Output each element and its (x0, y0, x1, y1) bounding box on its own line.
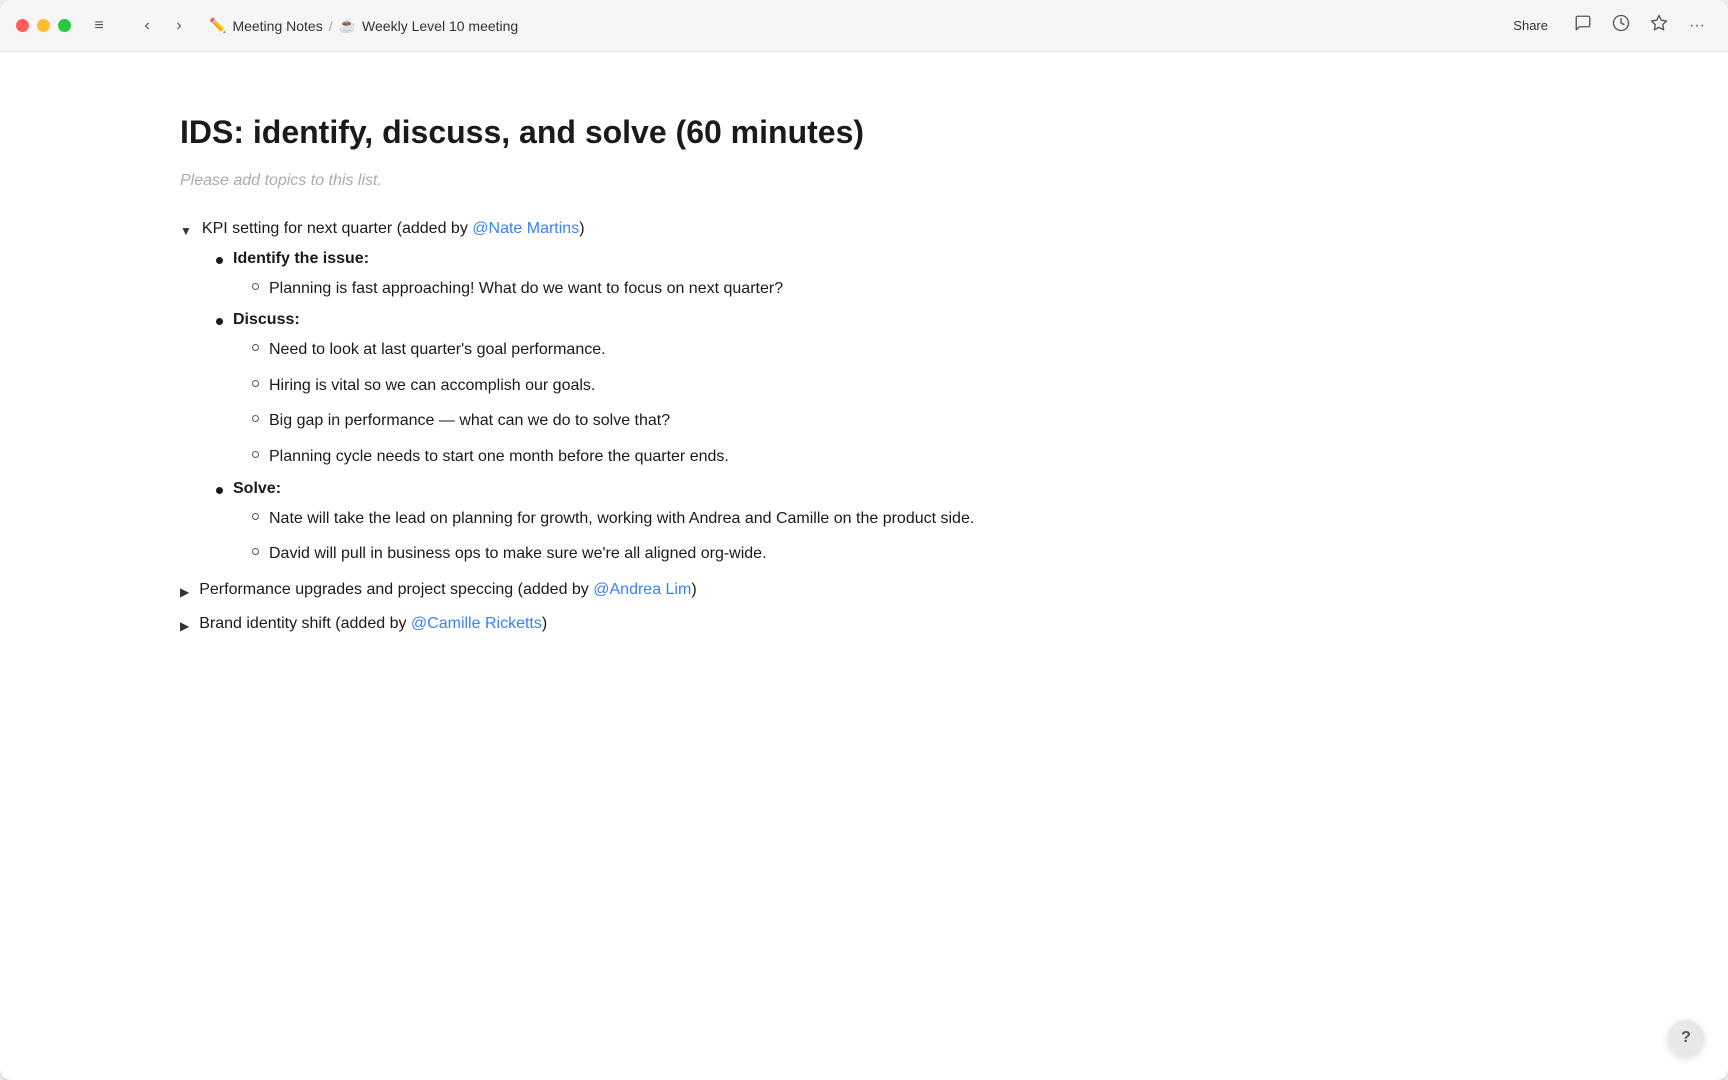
pencil-icon: ✏️ (209, 17, 226, 34)
comment-icon (1574, 14, 1592, 37)
circle-bullet-icon (252, 283, 259, 290)
breadcrumb: ✏️ Meeting Notes / ☕ Weekly Level 10 mee… (209, 17, 518, 34)
discuss-item-1: Need to look at last quarter's goal perf… (269, 337, 606, 363)
star-button[interactable] (1644, 11, 1674, 41)
discuss-item-2: Hiring is vital so we can accomplish our… (269, 373, 595, 399)
back-icon: ‹ (144, 17, 149, 35)
list-item: Big gap in performance — what can we do … (252, 408, 1608, 434)
list-item: ▶ Brand identity shift (added by @Camill… (180, 613, 1608, 635)
breadcrumb-parent-label: Meeting Notes (232, 18, 322, 34)
section-identify-label: Identify the issue: (233, 250, 369, 268)
traffic-lights (16, 19, 71, 32)
list-item: Planning cycle needs to start one month … (252, 444, 1608, 470)
list-item: ▶ Performance upgrades and project specc… (180, 579, 1608, 601)
sidebar-icon: ≡ (94, 17, 103, 35)
solve-item-1: Nate will take the lead on planning for … (269, 506, 974, 532)
section-solve-header: Solve: (216, 480, 1608, 498)
circle-bullet-icon (252, 380, 259, 387)
solve-item-2: David will pull in business ops to make … (269, 541, 767, 567)
minimize-button[interactable] (37, 19, 50, 32)
discuss-item-3: Big gap in performance — what can we do … (269, 408, 670, 434)
circle-bullet-icon (252, 513, 259, 520)
topic-3-header[interactable]: ▶ Brand identity shift (added by @Camill… (180, 613, 1608, 635)
comment-button[interactable] (1568, 11, 1598, 41)
chevron-down-icon: ▼ (180, 224, 192, 238)
bullet-icon (216, 257, 223, 264)
bullet-icon (216, 318, 223, 325)
back-button[interactable]: ‹ (133, 12, 161, 40)
identify-items: Planning is fast approaching! What do we… (252, 276, 1608, 302)
more-button[interactable]: ··· (1682, 11, 1712, 41)
titlebar-actions: Share (1501, 11, 1712, 41)
page-subtitle: Please add topics to this list. (180, 172, 1608, 190)
circle-bullet-icon (252, 344, 259, 351)
history-icon (1612, 14, 1630, 37)
breadcrumb-separator: / (329, 18, 333, 34)
more-icon: ··· (1689, 17, 1705, 35)
topic-3-mention: @Camille Ricketts (411, 615, 542, 632)
help-label: ? (1681, 1029, 1691, 1047)
forward-button[interactable]: › (165, 12, 193, 40)
topic-1-mention: @Nate Martins (472, 220, 579, 237)
history-button[interactable] (1606, 11, 1636, 41)
list-item: Need to look at last quarter's goal perf… (252, 337, 1608, 363)
discuss-items: Need to look at last quarter's goal perf… (252, 337, 1608, 469)
circle-bullet-icon (252, 548, 259, 555)
discuss-item-4: Planning cycle needs to start one month … (269, 444, 729, 470)
list-item: Hiring is vital so we can accomplish our… (252, 373, 1608, 399)
topic-list: ▼ KPI setting for next quarter (added by… (180, 218, 1608, 635)
app-window: ≡ ‹ › ✏️ Meeting Notes / ☕ Weekly Level … (0, 0, 1728, 1080)
section-identify: Identify the issue: Planning is fast app… (216, 250, 1608, 302)
identify-item-1: Planning is fast approaching! What do we… (269, 276, 783, 302)
circle-bullet-icon (252, 451, 259, 458)
star-icon (1650, 14, 1668, 37)
content-area: IDS: identify, discuss, and solve (60 mi… (0, 52, 1728, 1080)
breadcrumb-parent[interactable]: ✏️ Meeting Notes (209, 17, 323, 34)
solve-items: Nate will take the lead on planning for … (252, 506, 1608, 567)
topic-2-label: Performance upgrades and project speccin… (199, 581, 696, 599)
section-discuss-label: Discuss: (233, 311, 300, 329)
list-item: Nate will take the lead on planning for … (252, 506, 1608, 532)
topic-3-label: Brand identity shift (added by @Camille … (199, 615, 547, 633)
page-title: IDS: identify, discuss, and solve (60 mi… (180, 112, 1608, 154)
section-discuss-header: Discuss: (216, 311, 1608, 329)
topic-1-sections: Identify the issue: Planning is fast app… (216, 250, 1608, 567)
topic-1-label: KPI setting for next quarter (added by @… (202, 220, 585, 238)
circle-bullet-icon (252, 415, 259, 422)
help-button[interactable]: ? (1668, 1020, 1704, 1056)
section-identify-header: Identify the issue: (216, 250, 1608, 268)
section-discuss: Discuss: Need to look at last quarter's … (216, 311, 1608, 469)
topic-1-header[interactable]: ▼ KPI setting for next quarter (added by… (180, 218, 1608, 240)
chevron-right-icon: ▶ (180, 619, 189, 633)
section-solve-label: Solve: (233, 480, 281, 498)
topic-2-mention: @Andrea Lim (593, 581, 691, 598)
bullet-icon (216, 487, 223, 494)
list-item: Planning is fast approaching! What do we… (252, 276, 1608, 302)
nav-buttons: ‹ › (133, 12, 193, 40)
titlebar: ≡ ‹ › ✏️ Meeting Notes / ☕ Weekly Level … (0, 0, 1728, 52)
topic-2-header[interactable]: ▶ Performance upgrades and project specc… (180, 579, 1608, 601)
sidebar-toggle[interactable]: ≡ (85, 12, 113, 40)
share-button[interactable]: Share (1501, 13, 1560, 38)
section-solve: Solve: Nate will take the lead on planni… (216, 480, 1608, 567)
maximize-button[interactable] (58, 19, 71, 32)
breadcrumb-child-label: Weekly Level 10 meeting (362, 18, 518, 34)
list-item: ▼ KPI setting for next quarter (added by… (180, 218, 1608, 567)
coffee-icon: ☕ (339, 17, 356, 34)
forward-icon: › (176, 17, 181, 35)
close-button[interactable] (16, 19, 29, 32)
chevron-right-icon: ▶ (180, 585, 189, 599)
list-item: David will pull in business ops to make … (252, 541, 1608, 567)
breadcrumb-child[interactable]: ☕ Weekly Level 10 meeting (339, 17, 519, 34)
